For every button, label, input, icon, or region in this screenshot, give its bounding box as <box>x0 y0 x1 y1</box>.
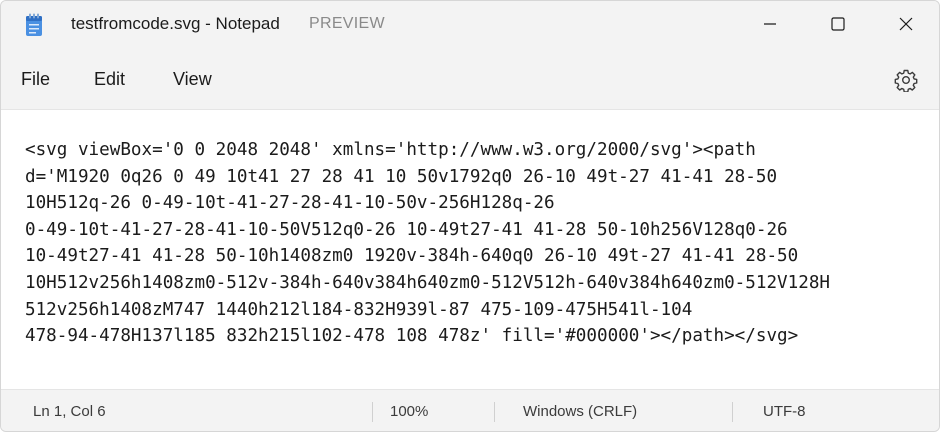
editor-line: <svg viewBox='0 0 2048 2048' xmlns='http… <box>25 140 756 160</box>
menu-bar: File Edit View <box>1 51 939 109</box>
minimize-icon <box>764 23 776 25</box>
editor-line: 0-49-10t-41-27-28-41-10-50V512q0-26 10-4… <box>25 219 788 240</box>
notepad-icon <box>26 13 42 36</box>
editor-line: 512v256h1408zM747 1440h212l184-832H939l-… <box>25 299 693 320</box>
menu-edit[interactable]: Edit <box>94 69 125 90</box>
status-bar: Ln 1, Col 6 100% Windows (CRLF) UTF-8 <box>1 389 939 431</box>
status-divider <box>372 402 373 422</box>
gear-icon[interactable] <box>894 68 918 92</box>
close-button[interactable] <box>883 1 929 47</box>
window-title: testfromcode.svg - Notepad <box>71 14 280 33</box>
editor-line: 10H512v256h1408zm0-512v-384h-640v384h640… <box>25 272 831 293</box>
menu-view[interactable]: View <box>173 69 212 90</box>
zoom-level[interactable]: 100% <box>390 403 428 420</box>
close-icon <box>899 17 913 31</box>
title-bar[interactable]: testfromcode.svg - Notepad PREVIEW <box>1 1 939 51</box>
line-endings[interactable]: Windows (CRLF) <box>523 403 637 420</box>
editor-line: 478-94-478H137l185 832h215l102-478 108 4… <box>25 326 799 347</box>
cursor-position: Ln 1, Col 6 <box>33 403 106 420</box>
menu-file[interactable]: File <box>21 69 50 90</box>
status-divider <box>494 402 495 422</box>
editor-line: 10H512q-26 0-49-10t-41-27-28-41-10-50v-2… <box>25 193 555 214</box>
preview-label: PREVIEW <box>309 15 385 32</box>
maximize-button[interactable] <box>815 1 861 47</box>
maximize-icon <box>831 17 845 31</box>
editor-line: d='M1920 0q26 0 49 10t41 27 28 41 10 50v… <box>25 166 778 187</box>
status-divider <box>732 402 733 422</box>
encoding[interactable]: UTF-8 <box>763 403 806 420</box>
minimize-button[interactable] <box>747 1 793 47</box>
text-editor[interactable]: <svg viewBox='0 0 2048 2048' xmlns='http… <box>1 109 939 390</box>
editor-content[interactable]: <svg viewBox='0 0 2048 2048' xmlns='http… <box>25 137 937 350</box>
notepad-window: testfromcode.svg - Notepad PREVIEW File … <box>0 0 940 432</box>
editor-line: 10-49t27-41 41-28 50-10h1408zm0 1920v-38… <box>25 246 799 267</box>
